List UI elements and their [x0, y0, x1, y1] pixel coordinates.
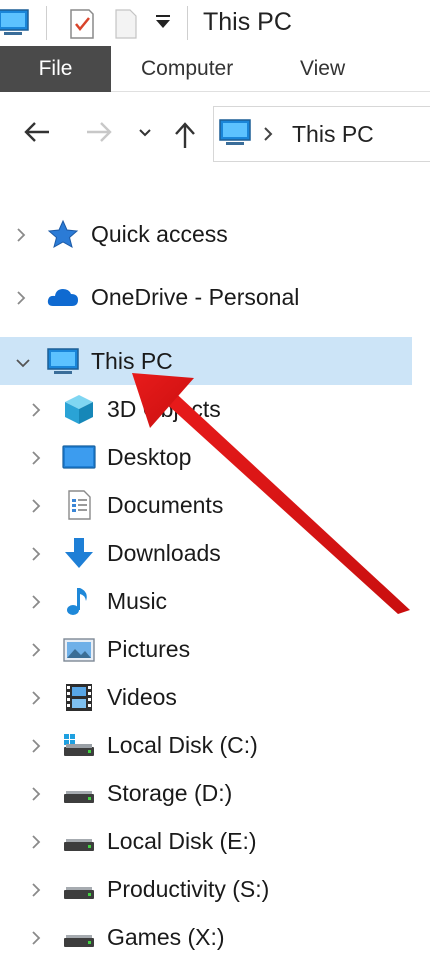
tab-computer[interactable]: Computer	[141, 46, 233, 92]
3d-objects-icon	[62, 393, 96, 425]
chevron-right-icon[interactable]	[30, 642, 42, 663]
ribbon-tabs: File Computer View	[0, 46, 430, 92]
tree-item-label: Music	[107, 588, 168, 614]
tree-item-documents[interactable]: Documents	[0, 481, 430, 529]
documents-icon	[62, 489, 96, 521]
tree-item-label: Videos	[107, 684, 177, 710]
up-button[interactable]	[172, 120, 198, 155]
downloads-icon	[62, 537, 96, 569]
tree-item-onedrive[interactable]: OneDrive - Personal	[0, 273, 430, 321]
tree-item-label: Pictures	[107, 636, 191, 662]
chevron-right-icon[interactable]	[30, 930, 42, 951]
computer-icon	[218, 118, 254, 153]
tab-view[interactable]: View	[300, 46, 345, 92]
chevron-right-icon[interactable]	[30, 738, 42, 759]
tree-item-productivity-s[interactable]: Productivity (S:)	[0, 865, 430, 913]
drive-icon	[62, 921, 96, 953]
tree-item-local-disk-e[interactable]: Local Disk (E:)	[0, 817, 430, 865]
tree-item-music[interactable]: Music	[0, 577, 430, 625]
tree-item-label: Games (X:)	[107, 924, 225, 950]
chevron-right-icon[interactable]	[30, 546, 42, 567]
chevron-right-icon[interactable]	[30, 498, 42, 519]
forward-button[interactable]	[84, 120, 114, 149]
title-bar: This PC	[0, 0, 430, 46]
breadcrumb-this-pc[interactable]: This PC	[292, 120, 374, 148]
tree-item-label: Documents	[107, 492, 224, 518]
tree-item-local-disk-c[interactable]: Local Disk (C:)	[0, 721, 430, 769]
chevron-right-icon[interactable]	[15, 227, 27, 248]
chevron-right-icon[interactable]	[15, 290, 27, 311]
tree-item-label: Productivity (S:)	[107, 876, 270, 902]
tree-item-label: Quick access	[91, 221, 228, 247]
tree-item-desktop[interactable]: Desktop	[0, 433, 430, 481]
chevron-right-icon[interactable]	[30, 402, 42, 423]
tab-file[interactable]: File	[0, 46, 111, 92]
chevron-down-icon[interactable]	[15, 354, 31, 374]
tree-item-pictures[interactable]: Pictures	[0, 625, 430, 673]
arrow-up-icon	[175, 122, 195, 148]
tree-item-3d-objects[interactable]: 3D Objects	[0, 385, 430, 433]
tree-item-label: Desktop	[107, 444, 192, 470]
chevron-down-icon	[139, 129, 151, 137]
onedrive-cloud-icon	[46, 281, 80, 313]
recent-locations-button[interactable]	[137, 126, 153, 144]
tree-item-quick-access[interactable]: Quick access	[0, 210, 430, 258]
drive-icon	[62, 777, 96, 809]
toolbar-divider	[187, 6, 188, 40]
chevron-right-icon[interactable]	[30, 882, 42, 903]
tree-item-label: 3D Objects	[107, 396, 221, 422]
properties-quick-access-button[interactable]	[68, 6, 96, 45]
window-title: This PC	[203, 8, 292, 36]
tree-item-this-pc[interactable]: This PC	[0, 337, 412, 385]
arrow-left-icon	[24, 122, 49, 142]
toolbar-divider	[46, 6, 47, 40]
arrow-right-icon	[87, 122, 112, 142]
system-drive-icon	[62, 729, 96, 761]
tree-item-videos[interactable]: Videos	[0, 673, 430, 721]
new-folder-quick-access-button[interactable]	[114, 6, 138, 45]
navigation-pane: Quick access OneDrive - Personal This PC	[0, 195, 430, 954]
chevron-right-icon[interactable]	[30, 690, 42, 711]
tree-item-downloads[interactable]: Downloads	[0, 529, 430, 577]
address-bar[interactable]: This PC	[213, 106, 430, 162]
desktop-icon	[62, 441, 96, 473]
tree-item-label: Local Disk (E:)	[107, 828, 257, 854]
videos-icon	[62, 681, 96, 713]
chevron-right-icon[interactable]	[30, 834, 42, 855]
tree-item-label: Downloads	[107, 540, 221, 566]
breadcrumb-chevron-icon[interactable]	[262, 126, 274, 147]
chevron-right-icon[interactable]	[30, 450, 42, 471]
tree-item-label: Local Disk (C:)	[107, 732, 258, 758]
customize-toolbar-dropdown-icon[interactable]	[154, 14, 172, 35]
back-button[interactable]	[22, 120, 52, 149]
navigation-bar: This PC	[0, 92, 430, 178]
tree-item-label: Storage (D:)	[107, 780, 233, 806]
pictures-icon	[62, 633, 96, 665]
chevron-right-icon[interactable]	[30, 786, 42, 807]
tree-item-label: This PC	[91, 348, 173, 374]
music-icon	[62, 585, 96, 617]
tree-item-storage-d[interactable]: Storage (D:)	[0, 769, 430, 817]
star-icon	[46, 218, 80, 250]
computer-icon	[46, 345, 80, 377]
drive-icon	[62, 825, 96, 857]
tree-item-label: OneDrive - Personal	[91, 284, 300, 310]
computer-icon	[0, 8, 34, 43]
drive-icon	[62, 873, 96, 905]
chevron-right-icon[interactable]	[30, 594, 42, 615]
